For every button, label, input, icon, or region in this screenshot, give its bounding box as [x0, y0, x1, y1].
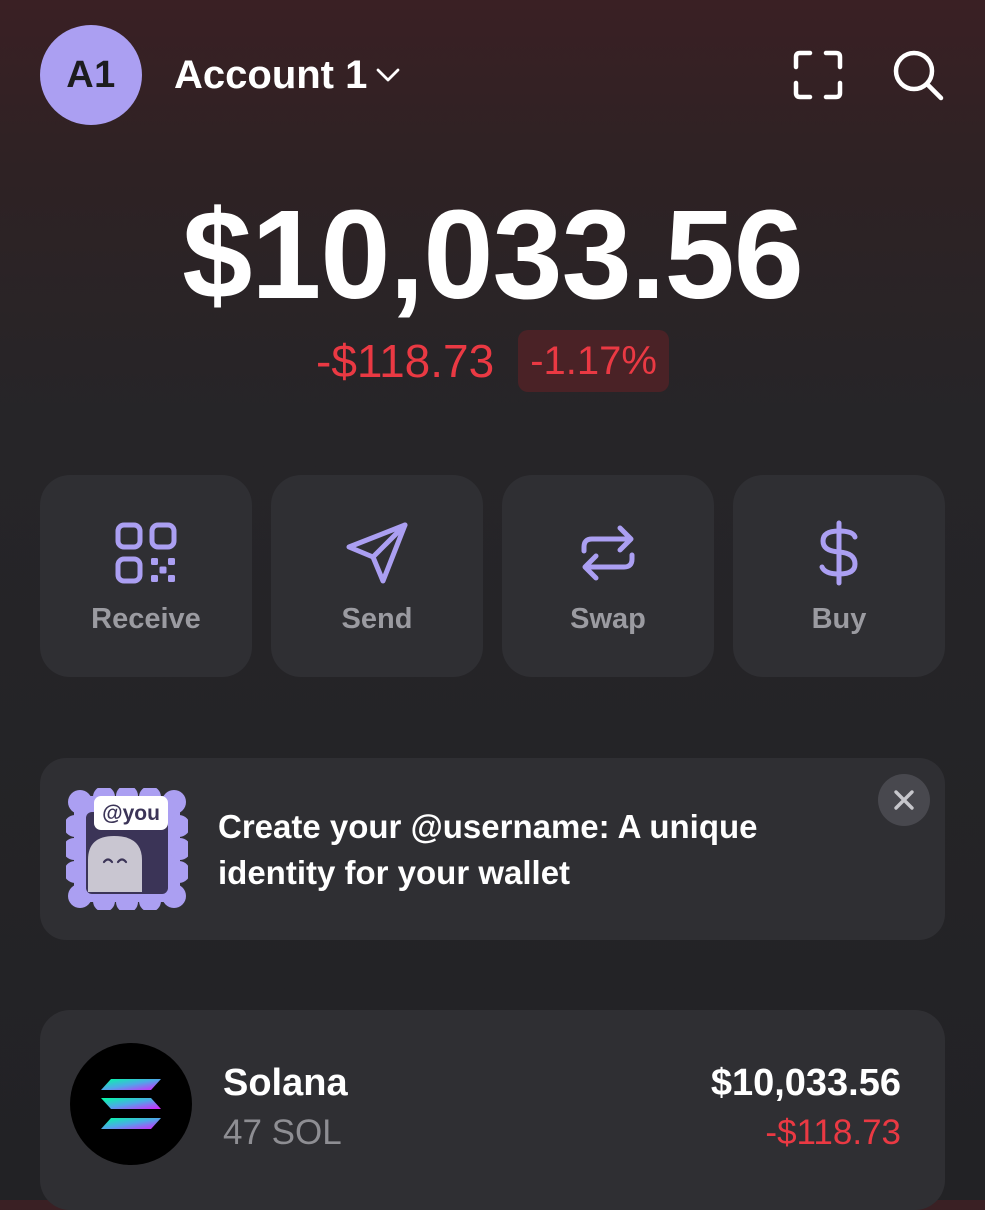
token-amount: 47 SOL	[223, 1113, 342, 1152]
token-row-solana[interactable]: Solana 47 SOL $10,033.56 -$118.73	[40, 1010, 945, 1210]
change-amount: -$118.73	[316, 335, 495, 387]
scan-icon	[793, 50, 843, 100]
change-percent-badge: -1.17%	[518, 330, 669, 392]
total-balance: $10,033.56	[182, 184, 804, 325]
buy-button[interactable]: Buy	[733, 475, 945, 677]
close-banner-button[interactable]	[878, 774, 930, 826]
receive-button[interactable]: Receive	[40, 475, 252, 677]
send-icon	[346, 522, 408, 584]
chevron-down-icon	[376, 68, 400, 82]
qr-code-icon	[115, 522, 177, 584]
scan-button[interactable]	[788, 45, 848, 105]
username-badge: @you	[102, 802, 160, 825]
dollar-icon	[819, 520, 858, 586]
header: A1 Account 1	[0, 0, 985, 150]
solana-logo-icon	[70, 1043, 192, 1165]
send-label: Send	[341, 603, 413, 635]
balance-change: -$118.73 -1.17%	[0, 330, 985, 392]
receive-label: Receive	[91, 603, 201, 635]
token-name: Solana	[223, 1062, 348, 1104]
account-avatar[interactable]: A1	[40, 25, 142, 125]
buy-label: Buy	[811, 603, 867, 635]
swap-button[interactable]: Swap	[502, 475, 714, 677]
swap-icon	[581, 525, 635, 581]
send-button[interactable]: Send	[271, 475, 483, 677]
banner-message: Create your @username: A unique identity…	[218, 808, 758, 891]
username-banner[interactable]: @you Create your @username: A unique ide…	[40, 758, 945, 940]
token-value: $10,033.56	[710, 1062, 901, 1104]
search-button[interactable]	[888, 45, 948, 105]
close-icon	[894, 790, 914, 810]
search-icon	[893, 50, 944, 101]
swap-label: Swap	[570, 603, 646, 635]
account-selector[interactable]: Account 1	[174, 50, 403, 100]
action-buttons: Receive Send Swap Buy	[40, 475, 945, 677]
account-name: Account 1	[174, 52, 368, 97]
token-change: -$118.73	[765, 1113, 901, 1152]
username-illustration: @you	[66, 788, 188, 910]
